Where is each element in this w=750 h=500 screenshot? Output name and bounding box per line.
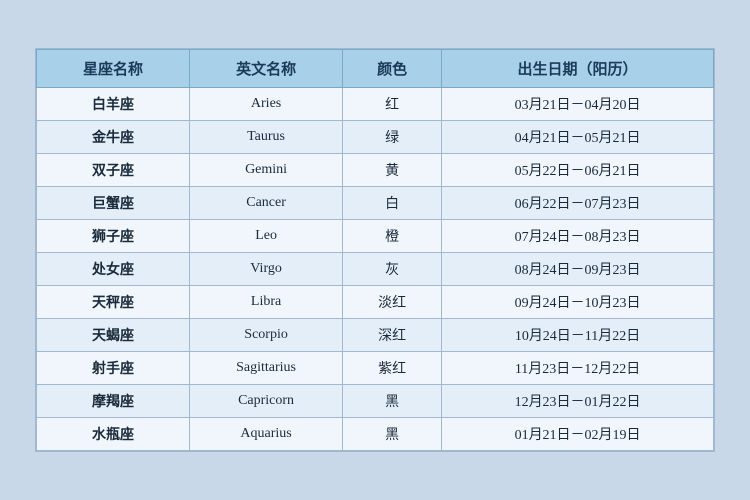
cell-chinese-name: 处女座 [37,253,190,286]
table-row: 天秤座Libra淡红09月24日－10月23日 [37,286,714,319]
table-row: 巨蟹座Cancer白06月22日－07月23日 [37,187,714,220]
cell-color: 黄 [343,154,442,187]
header-color: 颜色 [343,50,442,88]
table-row: 双子座Gemini黄05月22日－06月21日 [37,154,714,187]
table-row: 水瓶座Aquarius黑01月21日－02月19日 [37,418,714,451]
cell-english-name: Virgo [190,253,343,286]
table-header-row: 星座名称 英文名称 颜色 出生日期（阳历） [37,50,714,88]
cell-birth-dates: 09月24日－10月23日 [442,286,714,319]
cell-birth-dates: 08月24日－09月23日 [442,253,714,286]
cell-chinese-name: 天秤座 [37,286,190,319]
table-row: 射手座Sagittarius紫红11月23日－12月22日 [37,352,714,385]
header-chinese-name: 星座名称 [37,50,190,88]
table-row: 狮子座Leo橙07月24日－08月23日 [37,220,714,253]
cell-chinese-name: 双子座 [37,154,190,187]
cell-chinese-name: 摩羯座 [37,385,190,418]
cell-english-name: Scorpio [190,319,343,352]
cell-english-name: Cancer [190,187,343,220]
table-row: 天蝎座Scorpio深红10月24日－11月22日 [37,319,714,352]
cell-english-name: Libra [190,286,343,319]
header-birth-date: 出生日期（阳历） [442,50,714,88]
cell-birth-dates: 12月23日－01月22日 [442,385,714,418]
cell-color: 灰 [343,253,442,286]
cell-color: 深红 [343,319,442,352]
table-row: 白羊座Aries红03月21日－04月20日 [37,88,714,121]
cell-chinese-name: 巨蟹座 [37,187,190,220]
cell-color: 黑 [343,418,442,451]
cell-english-name: Gemini [190,154,343,187]
table-row: 金牛座Taurus绿04月21日－05月21日 [37,121,714,154]
cell-birth-dates: 10月24日－11月22日 [442,319,714,352]
cell-chinese-name: 白羊座 [37,88,190,121]
cell-chinese-name: 金牛座 [37,121,190,154]
cell-birth-dates: 06月22日－07月23日 [442,187,714,220]
cell-english-name: Aquarius [190,418,343,451]
cell-chinese-name: 水瓶座 [37,418,190,451]
cell-color: 黑 [343,385,442,418]
cell-english-name: Sagittarius [190,352,343,385]
cell-color: 绿 [343,121,442,154]
cell-color: 橙 [343,220,442,253]
cell-english-name: Capricorn [190,385,343,418]
cell-chinese-name: 天蝎座 [37,319,190,352]
cell-english-name: Aries [190,88,343,121]
table-body: 白羊座Aries红03月21日－04月20日金牛座Taurus绿04月21日－0… [37,88,714,451]
cell-birth-dates: 03月21日－04月20日 [442,88,714,121]
cell-color: 白 [343,187,442,220]
cell-birth-dates: 01月21日－02月19日 [442,418,714,451]
cell-chinese-name: 射手座 [37,352,190,385]
table-row: 处女座Virgo灰08月24日－09月23日 [37,253,714,286]
cell-color: 红 [343,88,442,121]
cell-birth-dates: 05月22日－06月21日 [442,154,714,187]
header-english-name: 英文名称 [190,50,343,88]
cell-birth-dates: 07月24日－08月23日 [442,220,714,253]
table-row: 摩羯座Capricorn黑12月23日－01月22日 [37,385,714,418]
cell-color: 淡红 [343,286,442,319]
cell-birth-dates: 04月21日－05月21日 [442,121,714,154]
cell-english-name: Leo [190,220,343,253]
cell-chinese-name: 狮子座 [37,220,190,253]
cell-color: 紫红 [343,352,442,385]
zodiac-table: 星座名称 英文名称 颜色 出生日期（阳历） 白羊座Aries红03月21日－04… [36,49,714,451]
cell-english-name: Taurus [190,121,343,154]
zodiac-table-container: 星座名称 英文名称 颜色 出生日期（阳历） 白羊座Aries红03月21日－04… [35,48,715,452]
cell-birth-dates: 11月23日－12月22日 [442,352,714,385]
